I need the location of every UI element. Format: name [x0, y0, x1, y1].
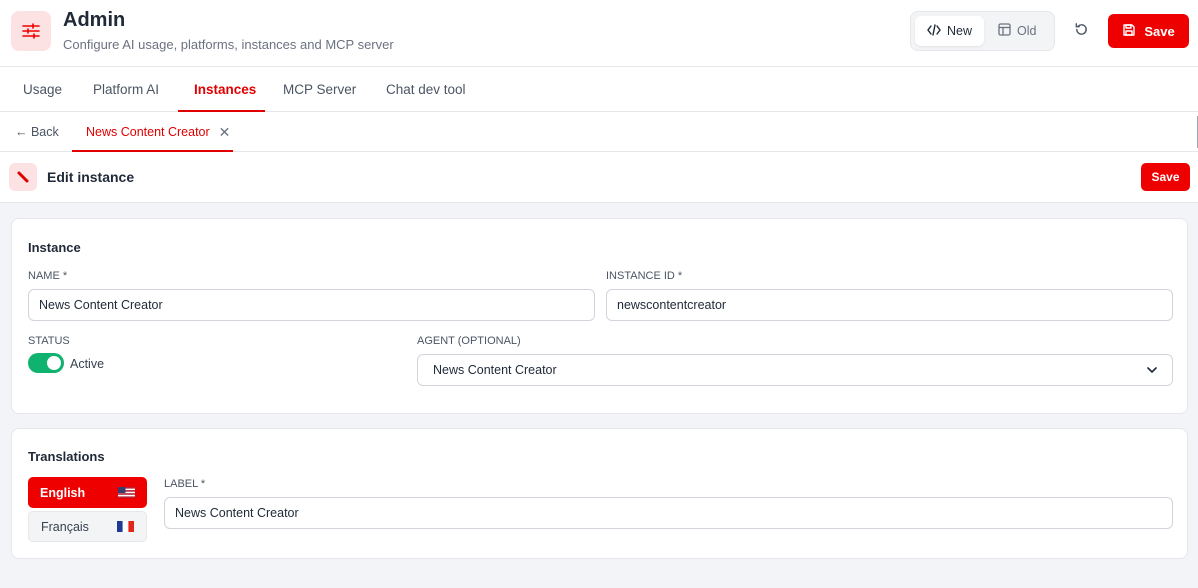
instance-card: Instance NAME * INSTANCE ID * STATUS Act… [11, 218, 1188, 414]
fr-flag-icon [117, 521, 134, 532]
reset-button[interactable] [1071, 21, 1091, 41]
main-tabs: Usage Platform AI Instances MCP Server C… [0, 67, 1198, 112]
open-instance-tab-label: News Content Creator [86, 125, 210, 139]
status-value: Active [70, 357, 105, 371]
agent-select[interactable]: News Content Creator [417, 354, 1173, 386]
layout-icon [998, 23, 1011, 39]
new-view-button[interactable]: New [915, 16, 985, 46]
translation-label-label: LABEL * [164, 478, 206, 490]
agent-label: AGENT (OPTIONAL) [417, 335, 521, 347]
translations-section-title: Translations [28, 449, 105, 464]
save-instance-button[interactable]: Save [1141, 163, 1190, 191]
edit-bar: Edit instance Save [0, 152, 1198, 203]
save-label: Save [1144, 23, 1175, 39]
old-view-button[interactable]: Old [986, 16, 1048, 46]
language-english-label: English [40, 485, 86, 500]
language-french-button[interactable]: Français [28, 511, 147, 542]
code-icon [927, 23, 941, 39]
status-toggle[interactable] [28, 353, 64, 373]
language-french-label: Français [41, 519, 89, 534]
tab-mcp-server[interactable]: MCP Server [283, 67, 356, 112]
new-view-label: New [947, 24, 973, 38]
page-title: Admin [63, 9, 126, 31]
pencil-icon [9, 163, 37, 191]
toggle-knob [47, 356, 61, 370]
tab-platform-ai[interactable]: Platform AI [93, 67, 159, 112]
instance-section-title: Instance [28, 240, 81, 255]
tab-usage[interactable]: Usage [23, 67, 62, 112]
instance-id-label: INSTANCE ID * [606, 270, 683, 282]
edit-title: Edit instance [47, 169, 135, 185]
reset-icon [1074, 22, 1089, 40]
old-view-label: Old [1017, 24, 1037, 38]
chevron-down-icon [1147, 363, 1157, 377]
translations-card: Translations English Français LABEL * [11, 428, 1188, 559]
tab-chat-dev-tool[interactable]: Chat dev tool [386, 67, 466, 112]
instance-id-field[interactable] [606, 289, 1173, 321]
view-toggle: New Old [910, 11, 1055, 51]
us-flag-icon [118, 487, 135, 498]
top-bar: Admin Configure AI usage, platforms, ins… [0, 0, 1198, 67]
save-button[interactable]: Save [1108, 14, 1189, 48]
close-icon[interactable]: ✕ [219, 124, 231, 141]
name-field[interactable] [28, 289, 595, 321]
sliders-icon [11, 11, 51, 51]
name-label: NAME * [28, 270, 68, 282]
subtabs-bar: ← Back News Content Creator ✕ [0, 112, 1198, 152]
save-icon [1122, 23, 1136, 40]
tab-instances[interactable]: Instances [194, 67, 256, 112]
status-label: STATUS [28, 335, 70, 347]
open-instance-tab[interactable]: News Content Creator ✕ [72, 112, 233, 152]
language-english-button[interactable]: English [28, 477, 147, 508]
translation-label-field[interactable] [164, 497, 1173, 529]
back-link[interactable]: ← Back [15, 112, 59, 152]
agent-select-value: News Content Creator [433, 363, 557, 377]
page-subtitle: Configure AI usage, platforms, instances… [63, 37, 394, 52]
